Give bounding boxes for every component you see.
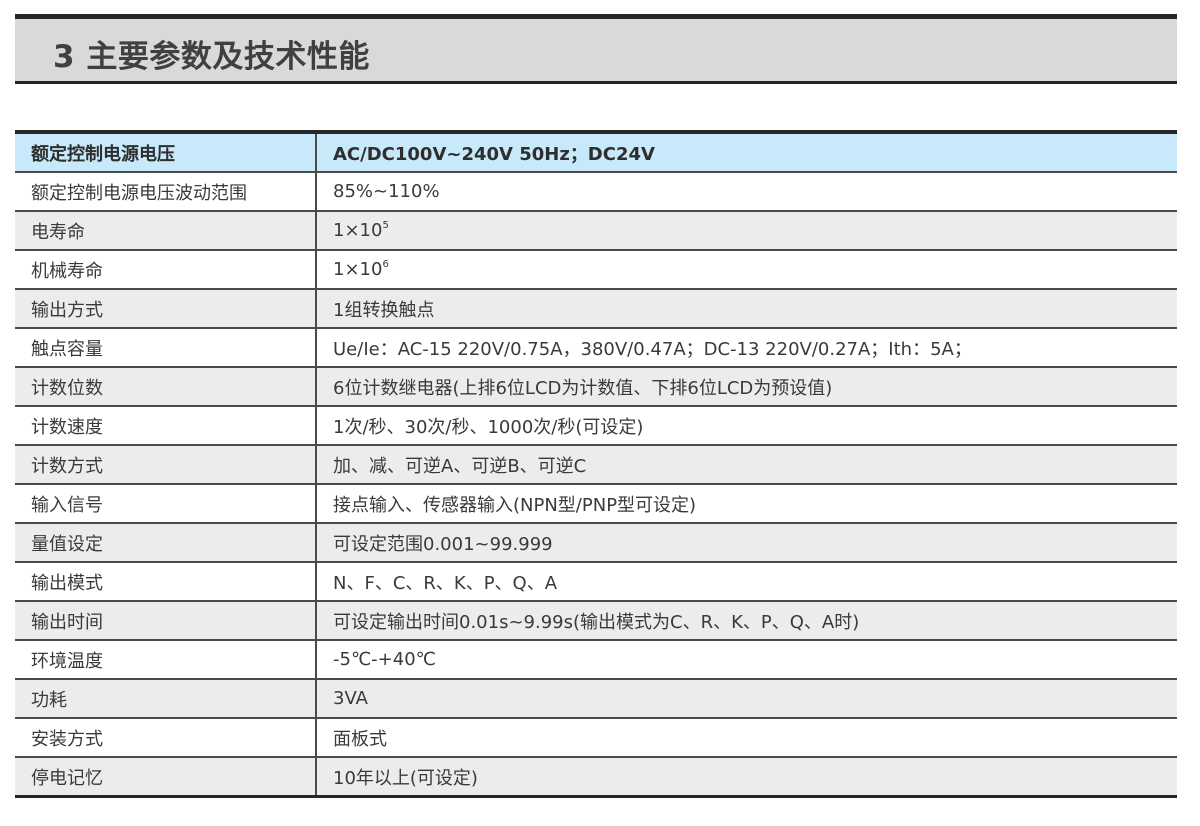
spec-value: 10年以上(可设定) xyxy=(315,756,1177,797)
table-row: 机械寿命 1×106 xyxy=(15,249,1177,289)
spec-label: 电寿命 xyxy=(15,210,316,250)
table-row: 计数速度 1次/秒、30次/秒、1000次/秒(可设定) xyxy=(15,405,1177,445)
table-row: 触点容量 Ue/Ie：AC-15 220V/0.75A，380V/0.47A；D… xyxy=(15,327,1177,367)
spec-label: 输出时间 xyxy=(15,600,316,640)
table-row: 电寿命 1×105 xyxy=(15,210,1177,250)
spec-label: 安装方式 xyxy=(15,717,316,757)
spec-label: 触点容量 xyxy=(15,327,316,367)
table-row: 额定控制电源电压 AC/DC100V~240V 50Hz；DC24V xyxy=(15,132,1177,172)
table-row: 输出模式 N、F、C、R、K、P、Q、A xyxy=(15,561,1177,601)
spec-label: 量值设定 xyxy=(15,522,316,562)
table-row: 量值设定 可设定范围0.001~99.999 xyxy=(15,522,1177,562)
table-row: 输入信号 接点输入、传感器输入(NPN型/PNP型可设定) xyxy=(15,483,1177,523)
table-row: 额定控制电源电压波动范围 85%~110% xyxy=(15,171,1177,211)
table-row: 功耗 3VA xyxy=(15,678,1177,718)
spec-label: 输出模式 xyxy=(15,561,316,601)
table-row: 计数位数 6位计数继电器(上排6位LCD为计数值、下排6位LCD为预设值) xyxy=(15,366,1177,406)
section-header: 3 主要参数及技术性能 xyxy=(15,14,1177,84)
spec-label: 计数方式 xyxy=(15,444,316,484)
spec-value-base: 1×10 xyxy=(333,220,383,241)
spec-value: 6位计数继电器(上排6位LCD为计数值、下排6位LCD为预设值) xyxy=(315,366,1177,406)
spec-value-exponent: 6 xyxy=(382,259,389,270)
spec-label: 计数速度 xyxy=(15,405,316,445)
spec-label: 停电记忆 xyxy=(15,756,316,797)
spec-value: 面板式 xyxy=(315,717,1177,757)
spec-value-exponent: 5 xyxy=(382,220,389,231)
table-row: 输出方式 1组转换触点 xyxy=(15,288,1177,328)
spec-value: Ue/Ie：AC-15 220V/0.75A，380V/0.47A；DC-13 … xyxy=(315,327,1177,367)
spec-value: 1次/秒、30次/秒、1000次/秒(可设定) xyxy=(315,405,1177,445)
spec-label: 额定控制电源电压波动范围 xyxy=(15,171,316,211)
spec-label: 环境温度 xyxy=(15,639,316,679)
spec-value: 1×106 xyxy=(315,249,1177,289)
spec-label: 额定控制电源电压 xyxy=(15,132,316,172)
spec-value: 可设定范围0.001~99.999 xyxy=(315,522,1177,562)
spec-value: -5℃-+40℃ xyxy=(315,639,1177,679)
spec-value: AC/DC100V~240V 50Hz；DC24V xyxy=(315,132,1177,172)
spec-value-base: 1×10 xyxy=(333,259,383,280)
table-row: 安装方式 面板式 xyxy=(15,717,1177,757)
spec-value: 1组转换触点 xyxy=(315,288,1177,328)
spec-value: 接点输入、传感器输入(NPN型/PNP型可设定) xyxy=(315,483,1177,523)
spec-table: 额定控制电源电压 AC/DC100V~240V 50Hz；DC24V 额定控制电… xyxy=(15,130,1177,798)
spec-label: 计数位数 xyxy=(15,366,316,406)
spec-label: 输出方式 xyxy=(15,288,316,328)
table-row: 停电记忆 10年以上(可设定) xyxy=(15,756,1177,797)
table-row: 计数方式 加、减、可逆A、可逆B、可逆C xyxy=(15,444,1177,484)
spec-value: 可设定输出时间0.01s~9.99s(输出模式为C、R、K、P、Q、A时) xyxy=(315,600,1177,640)
spec-value: 加、减、可逆A、可逆B、可逆C xyxy=(315,444,1177,484)
spec-value: 85%~110% xyxy=(315,171,1177,211)
table-row: 环境温度 -5℃-+40℃ xyxy=(15,639,1177,679)
spec-label: 功耗 xyxy=(15,678,316,718)
table-row: 输出时间 可设定输出时间0.01s~9.99s(输出模式为C、R、K、P、Q、A… xyxy=(15,600,1177,640)
spec-value: 1×105 xyxy=(315,210,1177,250)
section-title: 3 主要参数及技术性能 xyxy=(53,39,370,75)
spec-value: 3VA xyxy=(315,678,1177,718)
spec-value: N、F、C、R、K、P、Q、A xyxy=(315,561,1177,601)
spec-label: 输入信号 xyxy=(15,483,316,523)
spec-label: 机械寿命 xyxy=(15,249,316,289)
